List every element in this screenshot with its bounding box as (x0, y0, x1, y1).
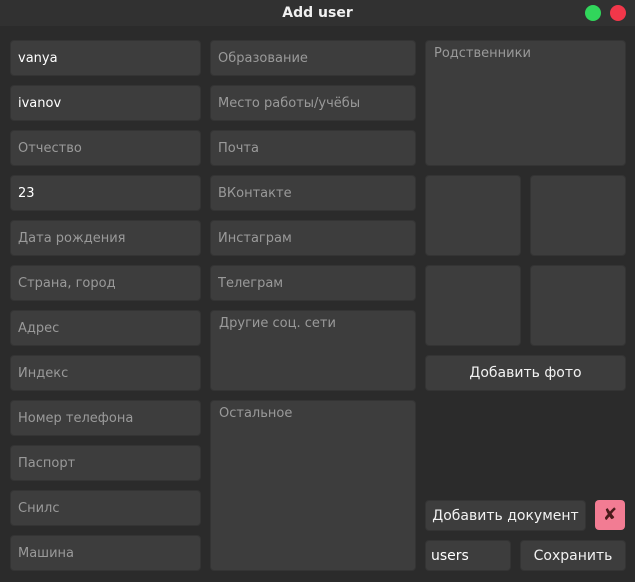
cross-icon: ✘ (602, 505, 618, 525)
birth-date-field[interactable] (10, 220, 201, 256)
photo-slot-2[interactable] (530, 175, 626, 256)
snils-field[interactable] (10, 490, 201, 526)
telegram-field[interactable] (210, 265, 416, 301)
workplace-field[interactable] (210, 85, 416, 121)
add-document-button[interactable]: Добавить документ (425, 500, 586, 531)
country-city-field[interactable] (10, 265, 201, 301)
maximize-button[interactable] (585, 5, 601, 21)
first-name-field[interactable] (10, 40, 201, 76)
passport-field[interactable] (10, 445, 201, 481)
other-notes-field[interactable] (210, 400, 416, 571)
age-field[interactable] (10, 175, 201, 211)
save-button[interactable]: Сохранить (520, 540, 626, 571)
last-name-field[interactable] (10, 85, 201, 121)
vkontakte-field[interactable] (210, 175, 416, 211)
phone-field[interactable] (10, 400, 201, 436)
instagram-field[interactable] (210, 220, 416, 256)
photo-slot-1[interactable] (425, 175, 521, 256)
relatives-field[interactable] (425, 40, 626, 166)
email-field[interactable] (210, 130, 416, 166)
add-photo-button[interactable]: Добавить фото (425, 355, 626, 391)
patronymic-field[interactable] (10, 130, 201, 166)
photo-slot-3[interactable] (425, 265, 521, 346)
education-field[interactable] (210, 40, 416, 76)
window-title: Add user (282, 5, 353, 21)
photo-slot-4[interactable] (530, 265, 626, 346)
other-social-field[interactable] (210, 310, 416, 391)
delete-document-button[interactable]: ✘ (595, 500, 625, 530)
table-name-field[interactable] (425, 540, 511, 571)
close-button[interactable] (610, 5, 626, 21)
address-field[interactable] (10, 310, 201, 346)
postal-index-field[interactable] (10, 355, 201, 391)
car-field[interactable] (10, 535, 201, 571)
